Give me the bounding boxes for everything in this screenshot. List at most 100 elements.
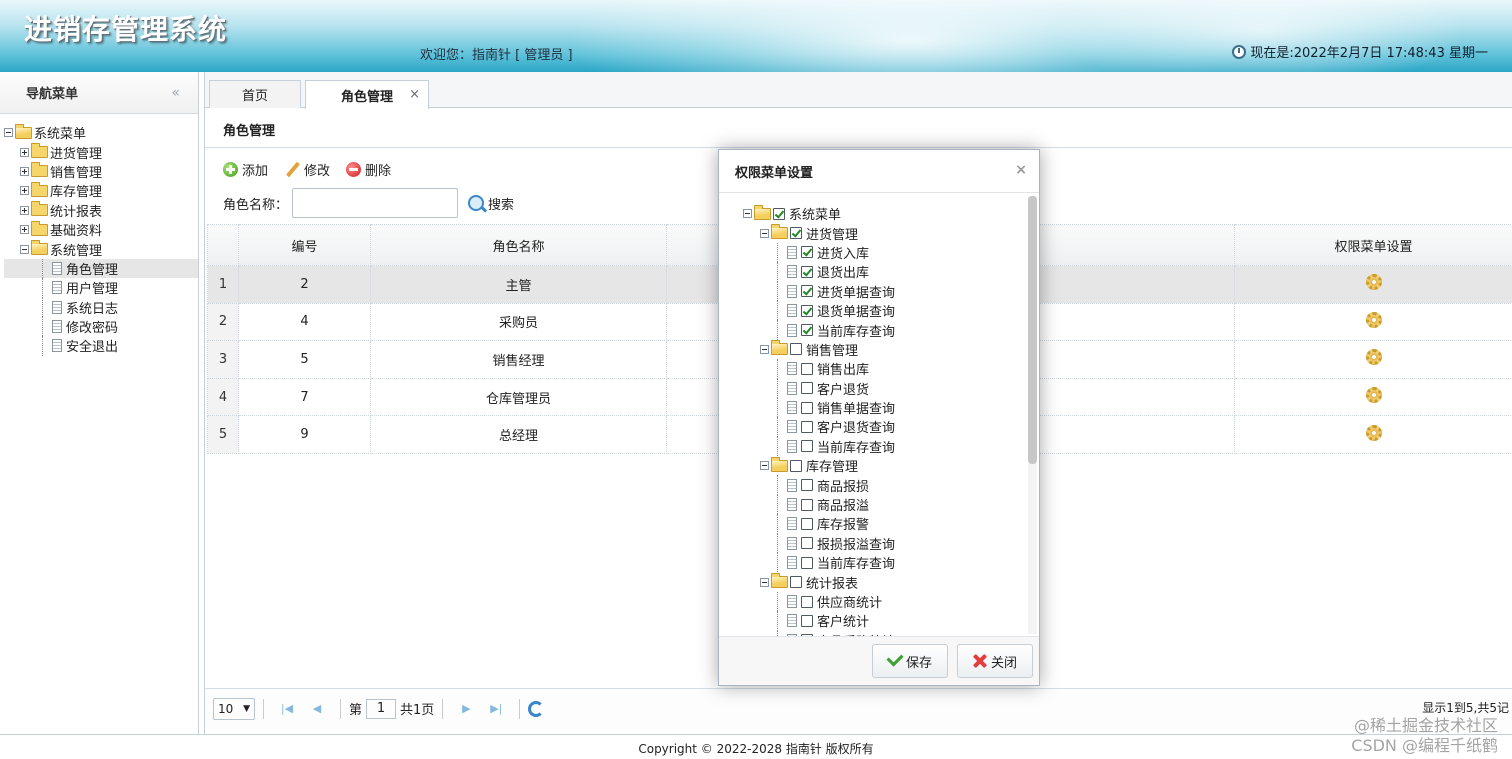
add-button[interactable]: 添加 bbox=[223, 160, 268, 179]
app-header: 进销存管理系统 欢迎您：指南针 [ 管理员 ] 现在是:2022年2月7日 17… bbox=[0, 0, 1512, 72]
expand-toggle-icon[interactable] bbox=[20, 225, 29, 235]
nav-root[interactable]: 系统菜单 bbox=[4, 123, 198, 142]
gear-icon[interactable] bbox=[1365, 274, 1382, 291]
checkbox[interactable] bbox=[801, 265, 813, 278]
expand-toggle-icon[interactable] bbox=[20, 186, 29, 196]
page-size-select[interactable]: 10 ▼ bbox=[213, 697, 255, 720]
checkbox[interactable] bbox=[790, 227, 802, 240]
permission-leaf-node[interactable]: 商品报溢 bbox=[743, 494, 895, 515]
permission-leaf-node[interactable]: 当前库存查询 bbox=[743, 436, 895, 457]
tab-close-icon[interactable]: × bbox=[409, 87, 420, 102]
checkbox[interactable] bbox=[801, 285, 813, 298]
gear-icon[interactable] bbox=[1365, 349, 1382, 366]
checkbox[interactable] bbox=[801, 362, 813, 375]
permission-leaf-node[interactable]: 当前库存查询 bbox=[743, 553, 895, 573]
checkbox[interactable] bbox=[801, 304, 813, 317]
permission-leaf-node[interactable]: 进货入库 bbox=[743, 242, 895, 263]
nav-group[interactable]: 库存管理 bbox=[4, 181, 198, 200]
collapse-toggle-icon[interactable] bbox=[20, 244, 29, 254]
permission-leaf-node[interactable]: 客户退货查询 bbox=[743, 417, 895, 437]
save-button[interactable]: 保存 bbox=[872, 644, 948, 678]
checkbox[interactable] bbox=[801, 440, 813, 453]
permission-leaf-node[interactable]: 销售出库 bbox=[743, 359, 895, 379]
permission-folder-node[interactable]: 系统菜单 bbox=[743, 204, 895, 223]
header-role-name[interactable]: 角色名称 bbox=[370, 224, 667, 266]
gear-icon[interactable] bbox=[1365, 387, 1382, 404]
tab-home[interactable]: 首页 bbox=[209, 80, 301, 108]
delete-button[interactable]: 删除 bbox=[346, 160, 391, 179]
permission-leaf-node[interactable]: 供应商统计 bbox=[743, 591, 895, 612]
checkbox[interactable] bbox=[801, 595, 813, 608]
checkbox[interactable] bbox=[790, 343, 802, 356]
first-page-icon[interactable]: |◀ bbox=[278, 700, 296, 718]
checkbox[interactable] bbox=[801, 537, 813, 550]
checkbox[interactable] bbox=[801, 556, 813, 569]
collapse-toggle-icon[interactable] bbox=[760, 344, 769, 354]
checkbox[interactable] bbox=[801, 401, 813, 414]
checkbox[interactable] bbox=[801, 517, 813, 530]
permission-leaf-node[interactable]: 退货单据查询 bbox=[743, 300, 895, 321]
expand-toggle-icon[interactable] bbox=[20, 147, 29, 157]
search-button[interactable]: 搜索 bbox=[468, 194, 514, 213]
permission-leaf-node[interactable]: 客户统计 bbox=[743, 611, 895, 631]
permission-folder-node[interactable]: 进货管理 bbox=[743, 223, 895, 243]
collapse-toggle-icon[interactable] bbox=[743, 209, 752, 219]
close-label: 关闭 bbox=[990, 655, 1017, 671]
refresh-icon[interactable] bbox=[528, 700, 545, 717]
sidebar-item[interactable]: 修改密码 bbox=[4, 316, 198, 337]
permission-leaf-node[interactable]: 客户退货 bbox=[743, 378, 895, 398]
collapse-nav-icon[interactable]: « bbox=[171, 85, 180, 101]
nav-group[interactable]: 基础资料 bbox=[4, 220, 198, 239]
checkbox[interactable] bbox=[801, 324, 813, 337]
permission-folder-node[interactable]: 销售管理 bbox=[743, 340, 895, 359]
checkbox[interactable] bbox=[773, 207, 785, 220]
permission-leaf-node[interactable]: 报损报溢查询 bbox=[743, 533, 895, 554]
permission-leaf-node[interactable]: 商品报损 bbox=[743, 475, 895, 495]
checkbox[interactable] bbox=[801, 382, 813, 395]
prev-page-icon[interactable]: ◀ bbox=[308, 700, 326, 718]
expand-toggle-icon[interactable] bbox=[20, 205, 29, 215]
dialog-scrollbar[interactable] bbox=[1028, 196, 1037, 634]
collapse-toggle-icon[interactable] bbox=[4, 128, 13, 138]
sidebar-item[interactable]: 系统日志 bbox=[4, 297, 198, 317]
checkbox[interactable] bbox=[790, 459, 802, 472]
permission-leaf-node[interactable]: 退货出库 bbox=[743, 262, 895, 282]
checkbox[interactable] bbox=[801, 246, 813, 259]
role-name-input[interactable] bbox=[292, 188, 459, 218]
nav-group[interactable]: 进货管理 bbox=[4, 142, 198, 162]
tab-role-management[interactable]: 角色管理 × bbox=[305, 80, 429, 109]
permission-tree: 系统菜单 进货管理 进货入库 退货出库 进货单据查询 退货单据查询 当前库存查询 销售管理 销售… bbox=[743, 204, 895, 636]
checkbox[interactable] bbox=[790, 576, 802, 589]
last-page-icon[interactable]: ▶| bbox=[487, 700, 505, 718]
next-page-icon[interactable]: ▶ bbox=[457, 700, 475, 718]
permission-leaf-node[interactable]: 当前库存查询 bbox=[743, 320, 895, 340]
nav-group[interactable]: 系统管理 bbox=[4, 239, 198, 259]
scrollbar-thumb[interactable] bbox=[1028, 196, 1037, 464]
collapse-toggle-icon[interactable] bbox=[760, 577, 769, 587]
gear-icon[interactable] bbox=[1365, 311, 1382, 328]
nav-group[interactable]: 销售管理 bbox=[4, 162, 198, 181]
permission-folder-node[interactable]: 统计报表 bbox=[743, 572, 895, 592]
close-icon[interactable]: × bbox=[1015, 162, 1027, 178]
collapse-toggle-icon[interactable] bbox=[760, 461, 769, 471]
gear-icon[interactable] bbox=[1365, 424, 1382, 441]
header-id[interactable]: 编号 bbox=[238, 224, 371, 266]
permission-folder-node[interactable]: 库存管理 bbox=[743, 456, 895, 475]
expand-toggle-icon[interactable] bbox=[20, 166, 29, 176]
edit-button[interactable]: 修改 bbox=[284, 160, 330, 179]
checkbox[interactable] bbox=[801, 420, 813, 433]
nav-group[interactable]: 统计报表 bbox=[4, 201, 198, 220]
sidebar-item[interactable]: 角色管理 bbox=[4, 258, 198, 279]
checkbox[interactable] bbox=[801, 479, 813, 492]
permission-leaf-node[interactable]: 进货单据查询 bbox=[743, 281, 895, 301]
checkbox[interactable] bbox=[801, 498, 813, 511]
sidebar-item[interactable]: 用户管理 bbox=[4, 278, 198, 298]
checkbox[interactable] bbox=[801, 614, 813, 627]
close-button[interactable]: 关闭 bbox=[957, 644, 1033, 678]
permission-leaf-node[interactable]: 销售单据查询 bbox=[743, 397, 895, 418]
page-number-input[interactable]: 1 bbox=[366, 698, 397, 719]
sidebar-item[interactable]: 安全退出 bbox=[4, 336, 198, 356]
collapse-toggle-icon[interactable] bbox=[760, 228, 769, 238]
permission-leaf-node[interactable]: 库存报警 bbox=[743, 514, 895, 534]
header-permission-menu[interactable]: 权限菜单设置 bbox=[1234, 224, 1512, 266]
